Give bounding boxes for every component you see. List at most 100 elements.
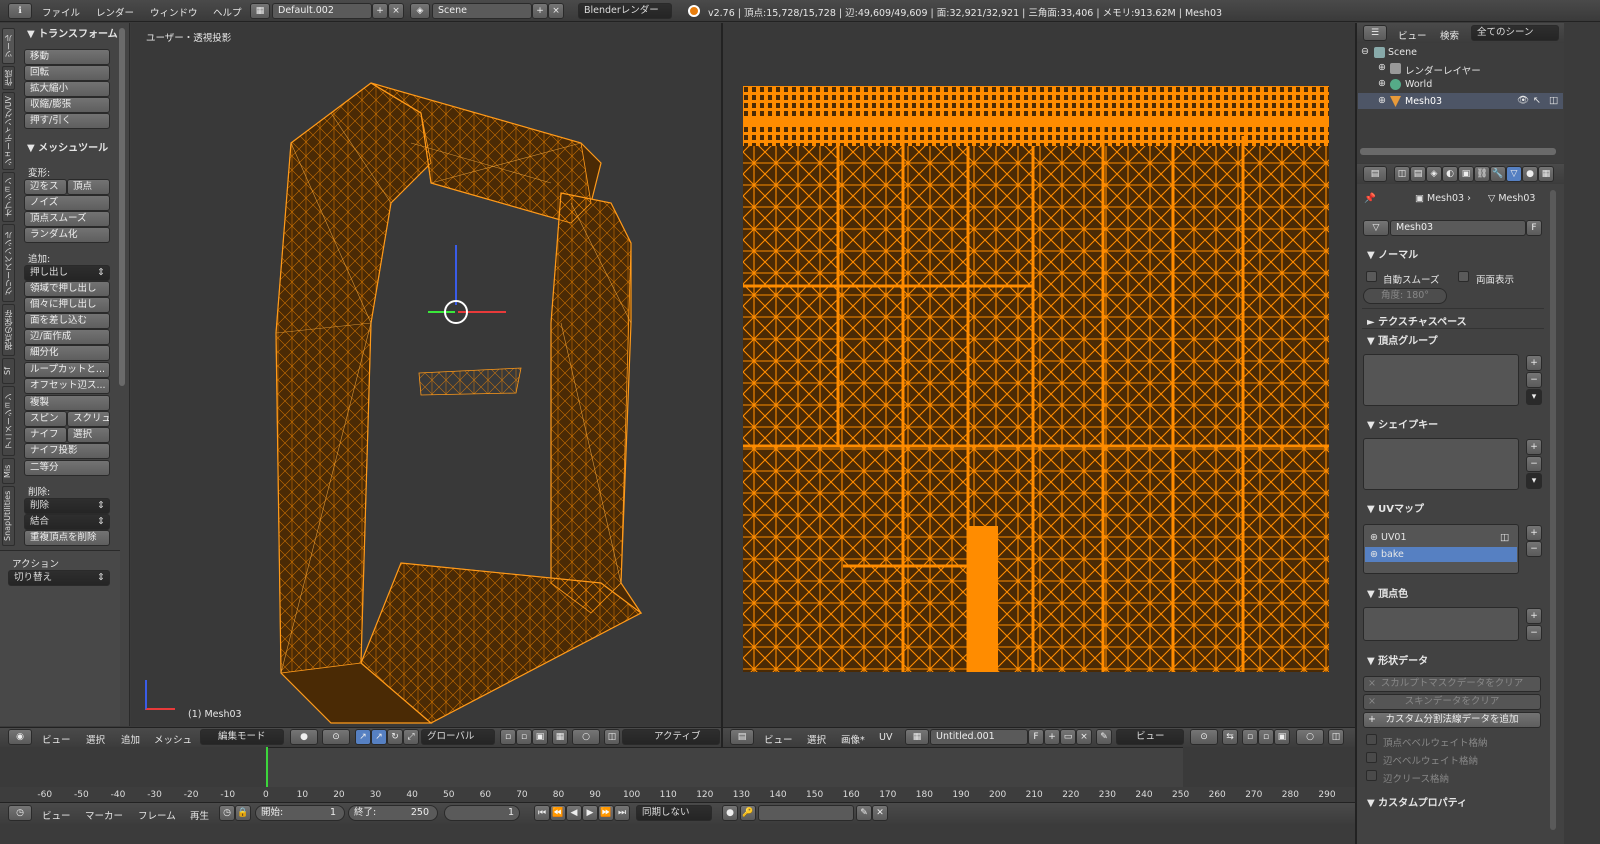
play-reverse-icon[interactable]: ◀ (566, 805, 582, 821)
current-frame-field[interactable]: 1 (444, 805, 520, 821)
outliner-expand-icon[interactable]: ⊖ (1361, 46, 1369, 57)
vertex-colors-panel-header[interactable]: ▼ 頂点色 (1367, 585, 1408, 600)
uv-map-remove-icon[interactable]: − (1526, 541, 1542, 557)
shape-key-menu-icon[interactable]: ▾ (1526, 473, 1542, 489)
vertex-groups-panel-header[interactable]: ▼ 頂点グループ (1367, 332, 1438, 347)
end-frame-field[interactable]: 終了: 250 (348, 805, 438, 821)
uv-proportional-icon[interactable]: ○ (1296, 729, 1324, 745)
mesh-fake-user-button[interactable]: F (1526, 220, 1542, 236)
double-sided-checkbox[interactable] (1458, 271, 1469, 282)
tab-shading-uv[interactable]: シェーディング/UV (2, 92, 15, 170)
tab-texture-icon[interactable]: ▦ (1538, 166, 1554, 182)
image-name-field[interactable]: Untitled.001 (930, 729, 1028, 745)
knife-button[interactable]: ナイフ (24, 427, 67, 443)
smooth-vertex-button[interactable]: 頂点スムーズ (24, 211, 110, 227)
dissolve-dropdown[interactable]: 結合 ⇕ (24, 514, 110, 530)
rotate-manip-icon[interactable]: ↻ (387, 729, 403, 745)
vertex-color-remove-icon[interactable]: − (1526, 625, 1542, 641)
uv-map-add-icon[interactable]: + (1526, 525, 1542, 541)
editor-type-timeline-icon[interactable]: ◷ (8, 805, 32, 821)
uv-menu-uv[interactable]: UV (879, 732, 892, 743)
play-icon[interactable]: ▶ (582, 805, 598, 821)
outliner-item-render-layers[interactable]: レンダーレイヤー (1405, 63, 1481, 77)
delete-dropdown[interactable]: 削除 ⇕ (24, 498, 110, 514)
vertex-select-icon[interactable]: ▫ (500, 729, 516, 745)
occlude-icon[interactable]: ▦ (552, 729, 568, 745)
delete-keyframe-icon[interactable]: ✕ (872, 805, 888, 821)
bisect-button[interactable]: 二等分 (24, 460, 110, 476)
extrude-dropdown[interactable]: 押し出し ⇕ (24, 265, 110, 281)
tab-material-icon[interactable]: ● (1522, 166, 1538, 182)
screen-close-icon[interactable]: × (388, 3, 404, 19)
viewport-menu-add[interactable]: 追加 (121, 732, 140, 746)
tab-create[interactable]: 作成 (2, 66, 15, 90)
pin-image-icon[interactable]: ✎ (1096, 729, 1112, 745)
timeline-menu-marker[interactable]: マーカー (85, 808, 123, 822)
auto-smooth-checkbox[interactable] (1366, 271, 1377, 282)
mode-dropdown[interactable]: 編集モード (200, 729, 284, 745)
clear-skin-button[interactable]: × スキンデータをクリア (1363, 694, 1541, 710)
noise-button[interactable]: ノイズ (24, 195, 110, 211)
shape-key-remove-icon[interactable]: − (1526, 456, 1542, 472)
outliner-item-world[interactable]: World (1405, 79, 1432, 90)
outliner-menu-view[interactable]: ビュー (1398, 28, 1427, 42)
tab-render-icon[interactable]: ◫ (1394, 166, 1410, 182)
menu-window[interactable]: ウィンドウ (150, 5, 198, 19)
tab-scene-icon[interactable]: ◈ (1426, 166, 1442, 182)
extrude-individual-button[interactable]: 個々に押し出し (24, 297, 110, 313)
spin-button[interactable]: スピン (24, 411, 67, 427)
tool-shelf-scrollbar[interactable] (119, 28, 125, 386)
custom-properties-panel-header[interactable]: ▼ カスタムプロパティ (1367, 794, 1467, 809)
orientation-dropdown[interactable]: グローバル (421, 729, 495, 745)
image-browse-icon[interactable]: ▦ (905, 729, 929, 745)
edge-slide-button[interactable]: 辺をス (24, 179, 67, 195)
store-edge-crease-checkbox[interactable] (1366, 770, 1377, 781)
tab-data-icon[interactable]: ▽ (1506, 166, 1522, 182)
outliner-item-scene[interactable]: Scene (1388, 47, 1417, 58)
image-open-icon[interactable]: ▭ (1060, 729, 1076, 745)
mesh-datablock-icon[interactable]: ▽ (1363, 220, 1389, 236)
offset-edge-button[interactable]: オフセット辺ス... (24, 378, 110, 394)
inset-faces-button[interactable]: 面を差し込む (24, 313, 110, 329)
editor-type-outliner-icon[interactable]: ☰ (1363, 25, 1387, 41)
uv-vertex-select-icon[interactable]: ▫ (1242, 729, 1258, 745)
pivot-icon[interactable]: ⊙ (322, 729, 350, 745)
tab-modifiers-icon[interactable]: 🔧 (1490, 166, 1506, 182)
keying-set-icon[interactable]: 🔑 (740, 805, 756, 821)
jump-start-icon[interactable]: ⏮ (534, 805, 550, 821)
mesh-datablock-field[interactable]: Mesh03 (1390, 220, 1526, 236)
scene-icon[interactable]: ◈ (410, 3, 430, 19)
z-axis-arrow-icon[interactable] (455, 245, 457, 305)
start-frame-field[interactable]: 開始: 1 (255, 805, 345, 821)
uv-view-mode-dropdown[interactable]: ビュー (1116, 729, 1184, 745)
uv-face-select-icon[interactable]: ▣ (1274, 729, 1290, 745)
knife-project-button[interactable]: ナイフ投影 (24, 443, 110, 459)
timeline-menu-playback[interactable]: 再生 (190, 808, 209, 822)
screen-layout-icon[interactable]: ▦ (250, 3, 270, 19)
render-engine-dropdown[interactable]: Blenderレンダー (578, 3, 672, 19)
vertex-color-add-icon[interactable]: + (1526, 608, 1542, 624)
uv-menu-select[interactable]: 選択 (807, 732, 826, 746)
screen-layout-field[interactable]: Default.002 (272, 3, 372, 19)
vertex-groups-list[interactable] (1363, 354, 1519, 406)
uv-sync-icon[interactable]: ⇆ (1222, 729, 1238, 745)
outliner-item-mesh03[interactable]: Mesh03 (1405, 96, 1442, 107)
timeline-menu-view[interactable]: ビュー (42, 808, 71, 822)
push-pull-button[interactable]: 押す/引く (24, 113, 110, 129)
tab-snap-utilities[interactable]: SnapUtilities (2, 486, 15, 546)
viewport-menu-mesh[interactable]: メッシュ (154, 732, 192, 746)
3d-cursor-icon[interactable] (444, 300, 468, 324)
outliner-menu-search[interactable]: 検索 (1440, 28, 1459, 42)
translate-manip-icon[interactable]: ↗ (371, 729, 387, 745)
shrink-fatten-button[interactable]: 収縮/膨張 (24, 97, 110, 113)
mesh-tools-panel-header[interactable]: ▼ メッシュツール (27, 139, 108, 154)
vertex-group-add-icon[interactable]: + (1526, 355, 1542, 371)
clear-sculpt-mask-button[interactable]: × スカルプトマスクデータをクリア (1363, 676, 1541, 692)
tab-tools[interactable]: ツール (2, 28, 15, 64)
render-camera-icon[interactable]: ◫ (1549, 95, 1558, 106)
editor-type-properties-icon[interactable]: ▤ (1363, 166, 1387, 182)
outliner-expand-icon[interactable]: ⊕ (1378, 78, 1386, 89)
visibility-eye-icon[interactable]: 👁 (1517, 95, 1529, 106)
scale-button[interactable]: 拡大縮小 (24, 81, 110, 97)
add-custom-normals-button[interactable]: + カスタム分割法線データを追加 (1363, 712, 1541, 728)
